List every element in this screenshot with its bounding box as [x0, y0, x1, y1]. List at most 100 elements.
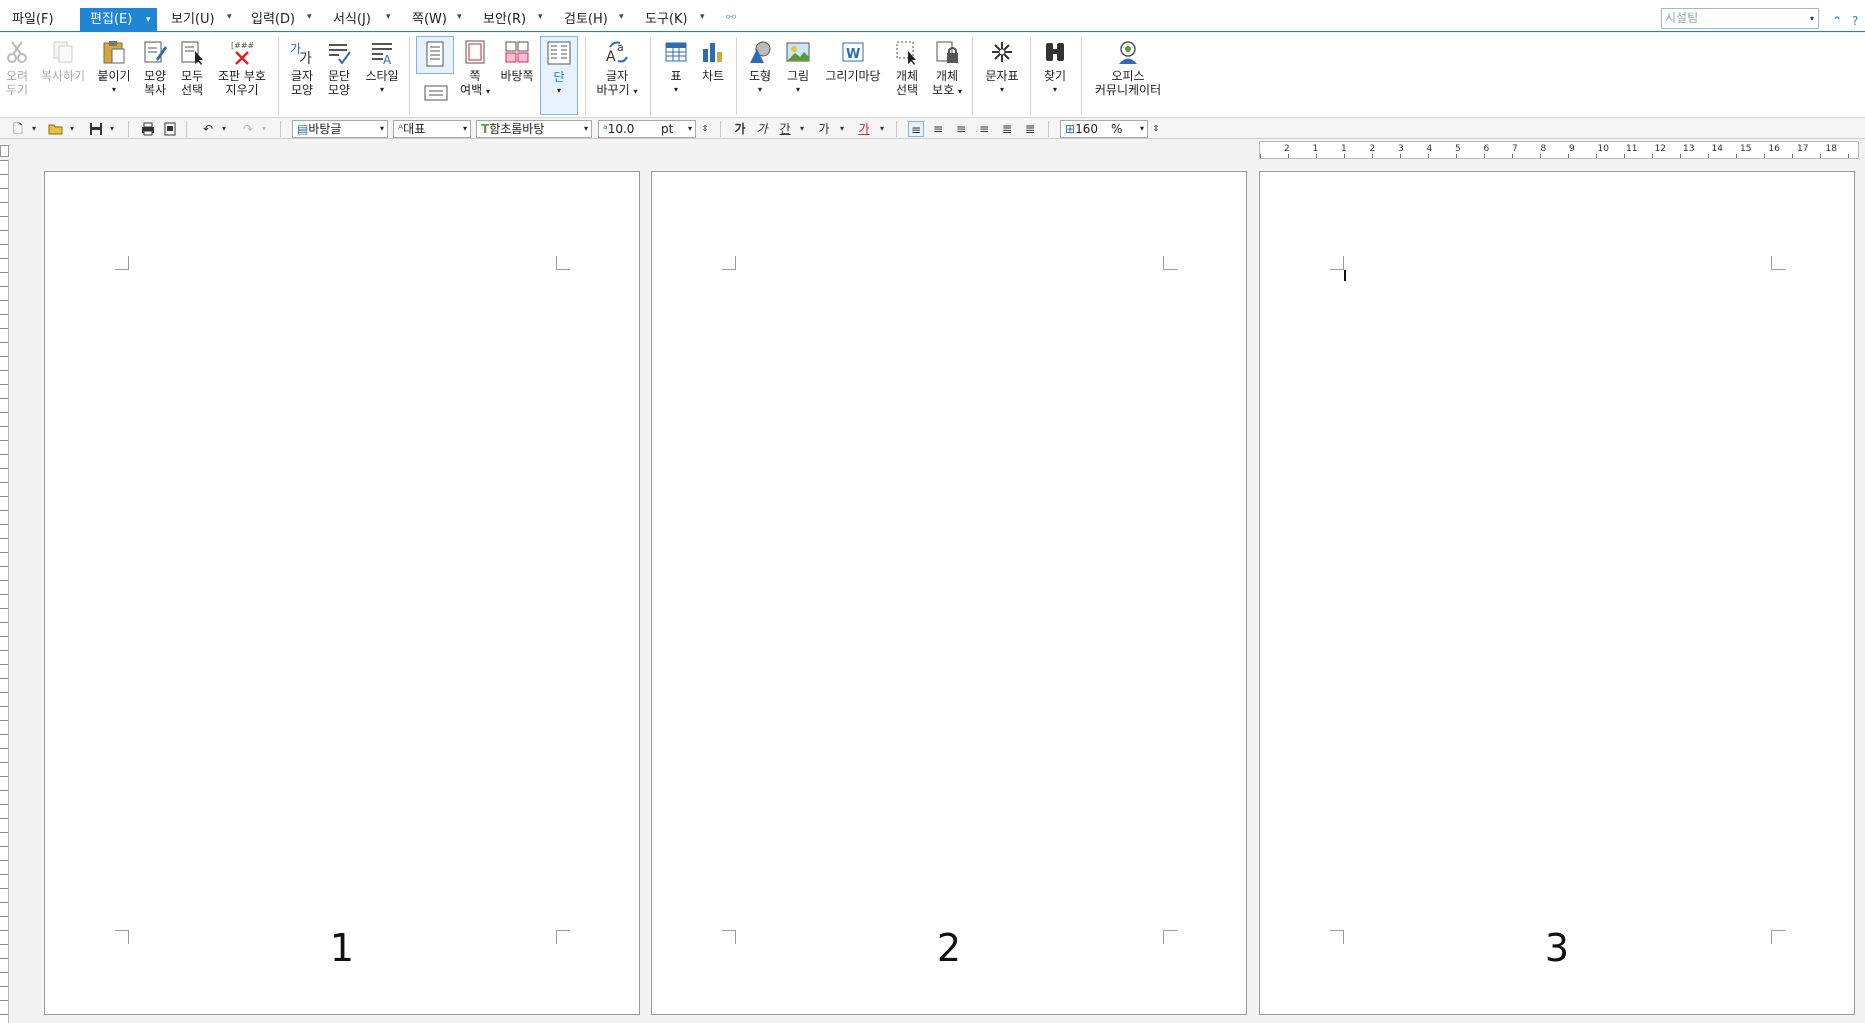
- chevron-down-icon[interactable]: ▾: [619, 12, 624, 22]
- ruler-corner[interactable]: [0, 145, 9, 157]
- align-justify-icon[interactable]: ≡: [908, 121, 924, 137]
- paste-button[interactable]: 붙이기 ▾: [94, 39, 134, 97]
- print-preview-icon[interactable]: [162, 121, 178, 137]
- menu-security[interactable]: 보안(R): [480, 9, 529, 31]
- stepper-icon[interactable]: ⇕: [1148, 121, 1164, 137]
- columns-button[interactable]: 단 ▾: [540, 36, 578, 115]
- char-shape-button[interactable]: 가가 글자 모양: [287, 39, 317, 97]
- chevron-down-icon[interactable]: ▾: [874, 121, 890, 137]
- table-button[interactable]: 표 ▾: [662, 39, 690, 97]
- background-page-button[interactable]: 바탕쪽: [497, 39, 537, 83]
- menu-tools[interactable]: 도구(K): [642, 9, 691, 31]
- font-select[interactable]: T함초롬바탕 ▾: [476, 120, 592, 138]
- chevron-down-icon[interactable]: ▾: [380, 121, 384, 137]
- clear-marks-button[interactable]: [###] 조판 부호 지우기: [213, 39, 271, 97]
- chevron-down-icon[interactable]: ▾: [633, 87, 637, 96]
- chevron-down-icon[interactable]: ▾: [538, 12, 543, 22]
- shape-button[interactable]: 도형 ▾: [746, 39, 774, 97]
- menu-edit[interactable]: 편집(E): [80, 8, 143, 32]
- menu-file[interactable]: 파일(F): [9, 9, 57, 31]
- copy-button[interactable]: 복사하기: [38, 39, 88, 83]
- language-select[interactable]: ᴬ대표 ▾: [393, 120, 471, 138]
- chevron-down-icon[interactable]: ▾: [362, 83, 402, 97]
- menu-insert[interactable]: 입력(D): [248, 9, 298, 31]
- bold-icon[interactable]: 가: [732, 121, 748, 137]
- select-all-button[interactable]: 모두 선택: [178, 39, 206, 97]
- collapse-ribbon-icon[interactable]: ⌃: [1832, 14, 1842, 28]
- style-select[interactable]: ▤바탕글 ▾: [292, 120, 388, 138]
- chevron-down-icon[interactable]: ▾: [784, 83, 812, 97]
- link-icon[interactable]: ⚯: [726, 10, 736, 24]
- chevron-down-icon[interactable]: ▾: [64, 121, 80, 137]
- chart-button[interactable]: 차트: [699, 39, 727, 83]
- align-left-icon[interactable]: ≡: [930, 121, 946, 137]
- page-view-toggle[interactable]: [416, 36, 454, 74]
- cut-button[interactable]: 오려 두기: [4, 39, 30, 97]
- chevron-down-icon[interactable]: ▾: [1140, 121, 1144, 137]
- chevron-down-icon[interactable]: ▾: [700, 12, 705, 22]
- chevron-down-icon[interactable]: ▾: [1810, 9, 1814, 28]
- object-protect-button[interactable]: 개체 보호 ▾: [930, 39, 964, 99]
- page-margin-button[interactable]: 쪽 여백 ▾: [460, 39, 490, 99]
- save-icon[interactable]: [88, 121, 104, 137]
- font-color-icon[interactable]: 가: [856, 121, 872, 137]
- italic-icon[interactable]: 가: [754, 121, 770, 137]
- chevron-down-icon[interactable]: ▾: [94, 83, 134, 97]
- style-button[interactable]: A 스타일 ▾: [362, 39, 402, 97]
- chevron-down-icon[interactable]: ▾: [386, 12, 391, 22]
- chevron-down-icon[interactable]: ▾: [1041, 83, 1069, 97]
- drawing-mart-button[interactable]: W 그리기마당: [821, 39, 885, 83]
- underline-icon[interactable]: 간: [777, 121, 793, 137]
- align-split-icon[interactable]: ≣: [1022, 121, 1038, 137]
- office-communicator-button[interactable]: 오피스 커뮤니케이터: [1091, 39, 1165, 97]
- page[interactable]: 3: [1259, 171, 1855, 1015]
- redo-icon[interactable]: ↷: [240, 121, 256, 137]
- help-icon[interactable]: ?: [1852, 14, 1858, 28]
- picture-button[interactable]: 그림 ▾: [784, 39, 812, 97]
- page[interactable]: 1: [44, 171, 640, 1015]
- chevron-down-icon[interactable]: ▾: [688, 121, 692, 137]
- chevron-down-icon[interactable]: ▾: [26, 121, 42, 137]
- strikethrough-icon[interactable]: 가: [816, 121, 832, 137]
- chevron-down-icon[interactable]: ▾: [662, 83, 690, 97]
- chevron-down-icon[interactable]: ▾: [794, 121, 810, 137]
- page[interactable]: 2: [651, 171, 1247, 1015]
- format-copy-button[interactable]: 모양 복사: [140, 39, 170, 97]
- chevron-down-icon[interactable]: ▾: [546, 84, 572, 98]
- zoom-input[interactable]: ⊞160 % ▾: [1060, 120, 1148, 138]
- chevron-down-icon[interactable]: ▾: [216, 121, 232, 137]
- align-right-icon[interactable]: ≡: [976, 121, 992, 137]
- vertical-ruler[interactable]: [0, 160, 9, 1023]
- chevron-down-icon[interactable]: ▾: [104, 121, 120, 137]
- chevron-down-icon[interactable]: ▾: [227, 12, 232, 22]
- new-document-icon[interactable]: 🗋: [10, 121, 26, 137]
- menu-review[interactable]: 검토(H): [561, 9, 611, 31]
- menu-edit-dropdown-icon[interactable]: ▾: [140, 8, 157, 32]
- chevron-down-icon[interactable]: ▾: [486, 87, 490, 96]
- horizontal-ruler[interactable]: 2 1 1 2 3 4 5 6 7 8 9 10 11 12 13 14 15 16 17 18: [1259, 141, 1859, 159]
- stepper-icon[interactable]: ⇕: [697, 121, 713, 137]
- object-select-button[interactable]: 개체 선택: [893, 39, 921, 97]
- chevron-down-icon[interactable]: ▾: [256, 121, 272, 137]
- chevron-down-icon[interactable]: ▾: [457, 12, 462, 22]
- find-button[interactable]: 찾기 ▾: [1041, 39, 1069, 97]
- menu-page[interactable]: 쪽(W): [409, 9, 450, 31]
- font-size-input[interactable]: ᵃ10.0 pt ▾: [598, 120, 696, 138]
- chevron-down-icon[interactable]: ▾: [834, 121, 850, 137]
- undo-icon[interactable]: ↶: [200, 121, 216, 137]
- menu-format[interactable]: 서식(J): [330, 9, 374, 31]
- chevron-down-icon[interactable]: ▾: [584, 121, 588, 137]
- char-replace-button[interactable]: Aa 글자 바꾸기 ▾: [595, 39, 639, 99]
- menu-view[interactable]: 보기(U): [168, 9, 218, 31]
- align-distribute-icon[interactable]: ≣: [999, 121, 1015, 137]
- page-width-icon[interactable]: [422, 80, 450, 104]
- chevron-down-icon[interactable]: ▾: [307, 12, 312, 22]
- chevron-down-icon[interactable]: ▾: [958, 87, 962, 96]
- chevron-down-icon[interactable]: ▾: [982, 83, 1022, 97]
- search-input[interactable]: 시설팀 ▾: [1661, 8, 1819, 29]
- chevron-down-icon[interactable]: ▾: [746, 83, 774, 97]
- symbol-button[interactable]: 문자표 ▾: [982, 39, 1022, 97]
- chevron-down-icon[interactable]: ▾: [463, 121, 467, 137]
- open-folder-icon[interactable]: [48, 121, 64, 137]
- para-shape-button[interactable]: 문단 모양: [324, 39, 354, 97]
